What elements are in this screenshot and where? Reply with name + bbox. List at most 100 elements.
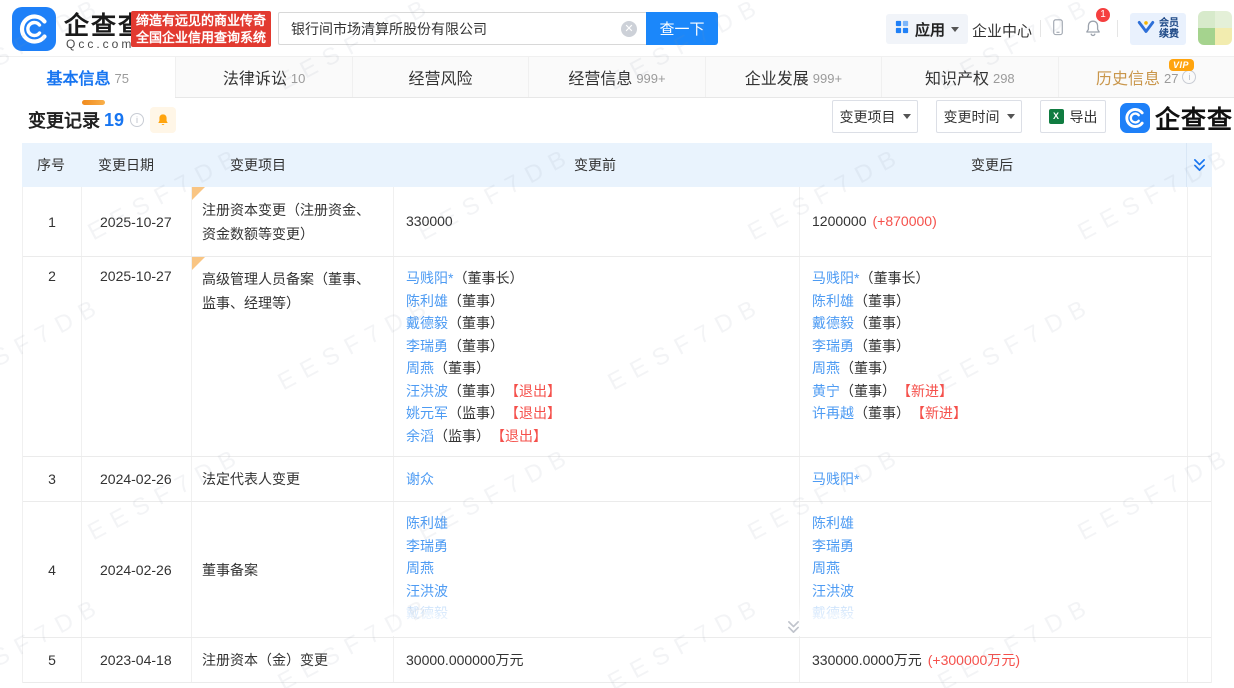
tab-label: 基本信息 [46,65,110,89]
person-link[interactable]: 马贱阳* [406,270,453,286]
person-link[interactable]: 戴德毅 [406,605,448,621]
row-number: 5 [23,638,81,682]
person-link[interactable]: 周燕 [406,360,434,376]
table-row: 32024-02-26法定代表人变更谢众马贱阳* [23,457,1211,502]
person-link[interactable]: 戴德毅 [812,315,854,331]
person-link[interactable]: 周燕 [812,360,840,376]
export-button[interactable]: X 导出 [1040,100,1106,133]
person-link[interactable]: 李瑞勇 [406,538,448,554]
search-button[interactable]: 查一下 [646,12,718,45]
member-line2: 续费 [1159,29,1179,40]
slogan-line2: 全国企业信用查询系统 [131,29,271,46]
row-number: 4 [23,502,81,637]
change-item: 注册资本变更（注册资金、资金数额等变更） [191,187,393,256]
person-link[interactable]: 马贱阳* [812,471,859,487]
person-role: （董事） [448,293,504,309]
person-link[interactable]: 汪洪波 [406,583,448,599]
person-link[interactable]: 余滔 [406,428,434,444]
person-role: （董事） [854,315,910,331]
value-text: 330000 [406,213,453,229]
brand-slogan: 缔造有远见的商业传奇 全国企业信用查询系统 [131,11,271,47]
person-link[interactable]: 周燕 [812,560,840,576]
tab-count: 298 [993,71,1015,86]
person-link[interactable]: 李瑞勇 [812,538,854,554]
qcc-change-records-page: 企查查 Qcc.com 缔造有远见的商业传奇 全国企业信用查询系统 ✕ 查一下 … [0,0,1234,688]
info-icon[interactable] [1182,70,1196,84]
tab-ip[interactable]: 知识产权298 [882,57,1058,97]
qcc-logo-icon[interactable] [12,7,56,51]
list-item: 姚元军（监事）【退出】 [406,402,789,425]
mobile-phone-icon[interactable] [1051,17,1065,44]
tab-legal[interactable]: 法律诉讼10 [176,57,352,97]
apps-menu[interactable]: 应用 [886,14,968,44]
person-link[interactable]: 陈利雄 [812,293,854,309]
person-link[interactable]: 黄宁 [812,383,840,399]
value-change: (+300000万元) [928,652,1020,668]
person-role: （董事） [434,360,490,376]
row-number: 2 [23,257,81,456]
row-number: 3 [23,457,81,501]
person-link[interactable]: 李瑞勇 [812,338,854,354]
tab-risk[interactable]: 经营风险 [353,57,529,97]
slogan-line1: 缔造有远见的商业传奇 [131,12,271,29]
user-avatar[interactable] [1198,11,1232,45]
qcc-logo-icon-small [1120,103,1150,133]
change-date: 2025-10-27 [81,257,191,456]
tab-history[interactable]: 历史信息 27VIP [1059,57,1234,97]
person-link[interactable]: 戴德毅 [812,605,854,621]
person-role: （董事） [854,293,910,309]
before-cell: 30000.000000万元 [393,638,799,682]
person-link[interactable]: 周燕 [406,560,434,576]
expand-row-icon[interactable] [787,619,803,636]
person-role: （董事） [854,405,910,421]
change-date: 2023-04-18 [81,638,191,682]
person-role: （监事） [448,405,504,421]
filter-change-time-dropdown[interactable]: 变更时间 [936,100,1022,133]
vip-badge: VIP [1169,59,1194,71]
list-item: 戴德毅（董事） [812,312,1177,335]
person-link[interactable]: 许再越 [812,405,854,421]
list-item: 陈利雄（董事） [812,290,1177,313]
person-link[interactable]: 谢众 [406,471,434,487]
monitor-bell-button[interactable] [150,107,176,133]
person-link[interactable]: 马贱阳* [812,270,859,286]
person-link[interactable]: 李瑞勇 [406,338,448,354]
tab-count: 27 [1164,71,1178,86]
person-link[interactable]: 陈利雄 [406,515,448,531]
chevron-down-icon [1007,114,1015,119]
person-link[interactable]: 汪洪波 [406,383,448,399]
after-cell: 1200000(+870000) [799,187,1187,256]
clear-icon[interactable]: ✕ [621,21,637,37]
enterprise-center-link[interactable]: 企业中心 [972,20,1032,41]
tab-operation[interactable]: 经营信息999+ [529,57,705,97]
person-role: （董事） [840,360,896,376]
person-link[interactable]: 姚元军 [406,405,448,421]
person-link[interactable]: 陈利雄 [812,515,854,531]
row-expand-column [1187,502,1213,637]
expand-all-icon[interactable] [1186,143,1212,187]
tab-basic-info[interactable]: 基本信息75 [0,57,176,97]
status-tag: 【退出】 [512,383,561,399]
tab-development[interactable]: 企业发展999+ [706,57,882,97]
tab-label: 历史信息 [1096,65,1160,89]
person-link[interactable]: 汪洪波 [812,583,854,599]
status-tag: 【新进】 [904,383,953,399]
filter-change-item-dropdown[interactable]: 变更项目 [832,100,918,133]
chevron-down-icon [903,114,911,119]
info-icon[interactable] [130,113,144,127]
divider [1040,20,1041,37]
person-role: （董事） [448,383,504,399]
table-row: 42024-02-26董事备案陈利雄李瑞勇周燕汪洪波戴德毅陈利雄李瑞勇周燕汪洪波… [23,502,1211,638]
change-item: 法定代表人变更 [191,457,393,501]
membership-renew-button[interactable]: 会员续费 [1130,13,1186,45]
change-item: 董事备案 [191,502,393,637]
search-input[interactable] [279,13,646,44]
before-cell: 330000 [393,187,799,256]
person-link[interactable]: 陈利雄 [406,293,448,309]
person-link[interactable]: 戴德毅 [406,315,448,331]
notifications-bell-icon[interactable] [1084,19,1102,43]
change-date: 2025-10-27 [81,187,191,256]
list-item: 周燕 [406,557,789,580]
person-role: （董事） [448,338,504,354]
list-item: 戴德毅 [812,602,1177,625]
